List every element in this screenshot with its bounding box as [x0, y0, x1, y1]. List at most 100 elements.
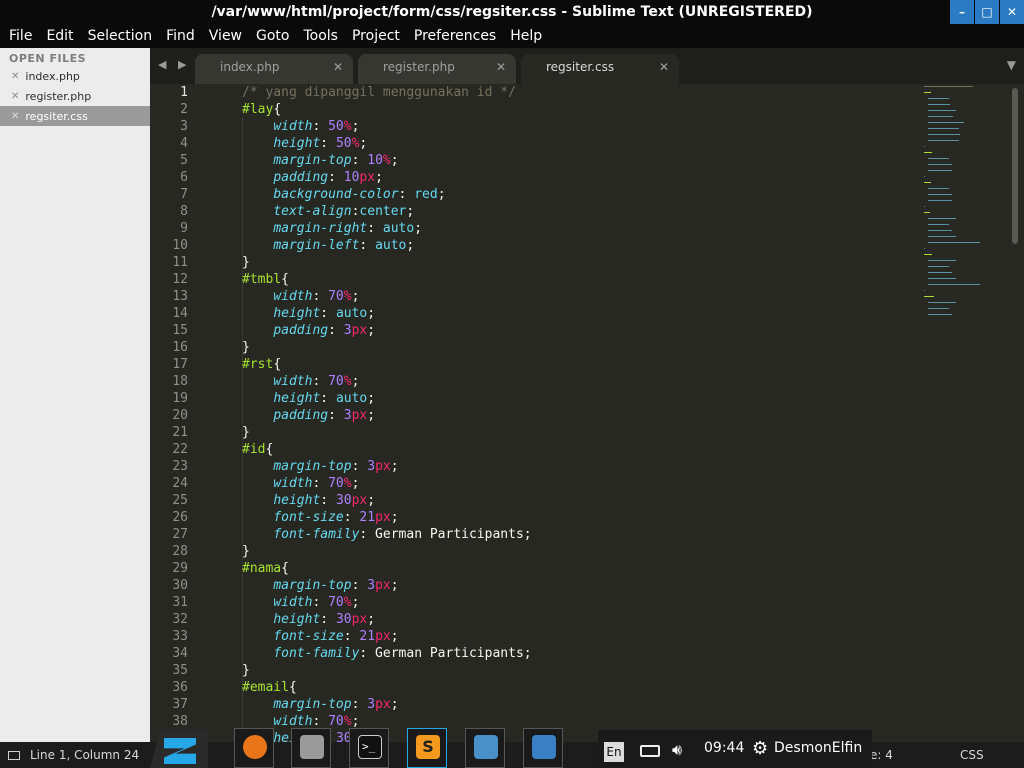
clock[interactable]: 09:44: [704, 740, 744, 756]
line-number[interactable]: 27: [148, 526, 188, 543]
line-number[interactable]: 16: [148, 339, 188, 356]
line-number[interactable]: 20: [148, 407, 188, 424]
menu-help[interactable]: Help: [503, 24, 549, 48]
code-line[interactable]: text-align:center;: [242, 203, 414, 220]
line-number[interactable]: 10: [148, 237, 188, 254]
code-line[interactable]: #tmbl{: [242, 271, 289, 288]
code-line[interactable]: height: auto;: [242, 305, 375, 322]
line-number[interactable]: 9: [148, 220, 188, 237]
line-number[interactable]: 37: [148, 696, 188, 713]
code-line[interactable]: #nama{: [242, 560, 289, 577]
code-line[interactable]: width: 70%;: [242, 594, 359, 611]
line-number[interactable]: 3: [148, 118, 188, 135]
line-number[interactable]: 34: [148, 645, 188, 662]
indentation-setting[interactable]: e: 4: [870, 742, 893, 768]
line-number[interactable]: 18: [148, 373, 188, 390]
tab-dropdown-icon[interactable]: ▼: [1007, 58, 1016, 72]
menu-project[interactable]: Project: [345, 24, 407, 48]
code-line[interactable]: /* yang dipanggil menggunakan id */: [242, 84, 516, 101]
code-line[interactable]: }: [242, 424, 250, 441]
code-line[interactable]: }: [242, 339, 250, 356]
line-number[interactable]: 32: [148, 611, 188, 628]
dock-app-terminal[interactable]: >_: [349, 728, 389, 768]
minimize-button[interactable]: –: [950, 0, 974, 24]
close-icon[interactable]: ✕: [11, 111, 19, 122]
code-line[interactable]: font-family: German Participants;: [242, 526, 531, 543]
line-number[interactable]: 35: [148, 662, 188, 679]
close-icon[interactable]: ✕: [11, 91, 19, 102]
tab-nav-arrows-icon[interactable]: ◀ ▶: [158, 58, 190, 71]
menu-tools[interactable]: Tools: [296, 24, 345, 48]
close-icon[interactable]: ✕: [659, 54, 669, 80]
line-number[interactable]: 33: [148, 628, 188, 645]
menu-view[interactable]: View: [202, 24, 249, 48]
line-number[interactable]: 15: [148, 322, 188, 339]
gear-icon[interactable]: ⚙: [752, 738, 768, 759]
code-line[interactable]: padding: 10px;: [242, 169, 383, 186]
keyboard-layout-indicator[interactable]: En: [604, 742, 624, 762]
line-number[interactable]: 31: [148, 594, 188, 611]
tab-regsiter-css[interactable]: regsiter.css ✕: [521, 54, 679, 84]
line-number[interactable]: 21: [148, 424, 188, 441]
maximize-button[interactable]: □: [975, 0, 999, 24]
code-line[interactable]: width: 70%;: [242, 373, 359, 390]
tab-index-php[interactable]: index.php ✕: [195, 54, 353, 84]
line-number[interactable]: 2: [148, 101, 188, 118]
close-icon[interactable]: ✕: [11, 71, 19, 82]
line-number[interactable]: 5: [148, 152, 188, 169]
line-number[interactable]: 28: [148, 543, 188, 560]
code-line[interactable]: width: 50%;: [242, 118, 359, 135]
line-number[interactable]: 29: [148, 560, 188, 577]
code-editor[interactable]: /* yang dipanggil menggunakan id */#lay{…: [206, 84, 918, 746]
code-line[interactable]: width: 70%;: [242, 475, 359, 492]
code-line[interactable]: margin-right: auto;: [242, 220, 422, 237]
user-name[interactable]: DesmonElfin: [774, 740, 862, 756]
line-number[interactable]: 25: [148, 492, 188, 509]
close-icon[interactable]: ✕: [496, 54, 506, 80]
dock-app-screenshot[interactable]: [465, 728, 505, 768]
line-number[interactable]: 17: [148, 356, 188, 373]
code-line[interactable]: font-size: 21px;: [242, 628, 398, 645]
line-number[interactable]: 36: [148, 679, 188, 696]
close-window-button[interactable]: ✕: [1000, 0, 1024, 24]
code-line[interactable]: height: 30px;: [242, 611, 375, 628]
menu-selection[interactable]: Selection: [81, 24, 160, 48]
line-number[interactable]: 4: [148, 135, 188, 152]
code-line[interactable]: #lay{: [242, 101, 281, 118]
battery-icon[interactable]: [640, 745, 660, 757]
syntax-selector[interactable]: CSS: [960, 742, 984, 768]
code-line[interactable]: margin-top: 3px;: [242, 696, 398, 713]
line-number[interactable]: 26: [148, 509, 188, 526]
code-line[interactable]: font-family: German Participants;: [242, 645, 531, 662]
sidebar-file-index[interactable]: ✕ index.php: [0, 66, 150, 86]
code-line[interactable]: margin-top: 10%;: [242, 152, 398, 169]
zorin-menu-button[interactable]: [150, 730, 208, 768]
code-line[interactable]: }: [242, 662, 250, 679]
sidebar-file-regsiter-css[interactable]: ✕ regsiter.css: [0, 106, 150, 126]
code-line[interactable]: }: [242, 543, 250, 560]
code-line[interactable]: }: [242, 254, 250, 271]
menu-file[interactable]: File: [2, 24, 39, 48]
code-line[interactable]: height: 50%;: [242, 135, 367, 152]
line-number[interactable]: 22: [148, 441, 188, 458]
menu-goto[interactable]: Goto: [249, 24, 296, 48]
minimap[interactable]: [920, 84, 1010, 324]
line-number[interactable]: 30: [148, 577, 188, 594]
menu-edit[interactable]: Edit: [39, 24, 80, 48]
vertical-scrollbar[interactable]: [1012, 88, 1018, 244]
dock-app-document[interactable]: [523, 728, 563, 768]
sidebar-file-register[interactable]: ✕ register.php: [0, 86, 150, 106]
code-line[interactable]: width: 70%;: [242, 288, 359, 305]
code-line[interactable]: margin-top: 3px;: [242, 458, 398, 475]
line-number[interactable]: 13: [148, 288, 188, 305]
line-number[interactable]: 24: [148, 475, 188, 492]
dock-app-firefox[interactable]: [234, 728, 274, 768]
code-line[interactable]: margin-top: 3px;: [242, 577, 398, 594]
menu-find[interactable]: Find: [159, 24, 202, 48]
line-number[interactable]: 14: [148, 305, 188, 322]
code-line[interactable]: height: auto;: [242, 390, 375, 407]
panel-toggle-icon[interactable]: [8, 751, 20, 760]
code-line[interactable]: #email{: [242, 679, 297, 696]
tab-register-php[interactable]: register.php ✕: [358, 54, 516, 84]
code-line[interactable]: height: 30px;: [242, 492, 375, 509]
